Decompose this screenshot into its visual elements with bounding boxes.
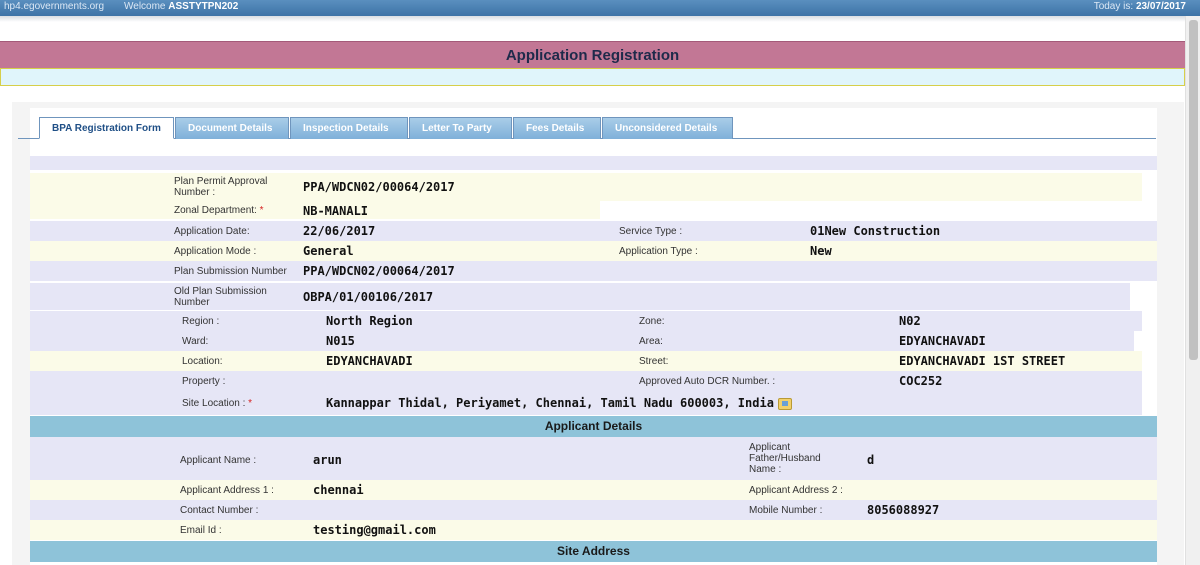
- zone-value: N02: [899, 314, 921, 328]
- row-contact-number: Contact Number : Mobile Number : 8056088…: [30, 500, 1157, 520]
- tab-unconsidered-details[interactable]: Unconsidered Details: [602, 117, 733, 139]
- email-label: Email Id :: [180, 525, 222, 536]
- area-value: EDYANCHAVADI: [899, 334, 986, 348]
- service-type-value: 01New Construction: [810, 224, 941, 238]
- row-site-location: Site Location : * Kannappar Thidal, Peri…: [30, 391, 1142, 415]
- application-mode-label: Application Mode :: [174, 246, 257, 257]
- service-type-label: Service Type :: [619, 226, 683, 237]
- contact-number-label: Contact Number :: [180, 505, 259, 516]
- application-date-value: 22/06/2017: [303, 224, 376, 238]
- row-email: Email Id : testing@gmail.com: [30, 520, 1157, 540]
- today-date: Today is: 23/07/2017: [1093, 1, 1186, 12]
- site-name: hp4.egovernments.org: [4, 1, 105, 12]
- row-property: Property : Approved Auto DCR Number. : C…: [30, 371, 1142, 391]
- father-husband-name-value: d: [867, 453, 875, 467]
- tab-inspection-details[interactable]: Inspection Details: [290, 117, 408, 139]
- ward-value: N015: [326, 334, 355, 348]
- property-label: Property :: [182, 376, 226, 387]
- top-bar-shadow: [0, 16, 1200, 22]
- row-plan-submission-number: Plan Submission Number PPA/WDCN02/00064/…: [30, 261, 1157, 281]
- father-husband-name-label: Applicant Father/Husband Name :: [749, 442, 821, 475]
- applicant-name-value: arun: [313, 453, 342, 467]
- row-applicant-address: Applicant Address 1 : chennai Applicant …: [30, 480, 1157, 500]
- mobile-number-label: Mobile Number :: [749, 505, 823, 516]
- zonal-department-value: NB-MANALI: [303, 204, 369, 218]
- top-bar: hp4.egovernments.org Welcome ASSTYTPN202…: [0, 0, 1200, 16]
- zonal-department-label: Zonal Department: *: [174, 205, 264, 216]
- applicant-address1-value: chennai: [313, 483, 364, 497]
- applicant-name-label: Applicant Name :: [180, 455, 257, 466]
- tab-letter-to-party[interactable]: Letter To Party: [409, 117, 512, 139]
- ward-label: Ward:: [182, 336, 209, 347]
- page-title: Application Registration: [0, 41, 1185, 68]
- street-label: Street:: [639, 356, 669, 367]
- application-type-label: Application Type :: [619, 246, 698, 257]
- row-application-mode: Application Mode : General Application T…: [30, 241, 1157, 261]
- site-location-label: Site Location : *: [182, 398, 253, 409]
- row-ppa-number: Plan Permit Approval Number : PPA/WDCN02…: [30, 173, 1142, 201]
- application-mode-value: General: [303, 244, 354, 258]
- welcome-text: Welcome ASSTYTPN202: [124, 1, 239, 12]
- region-label: Region :: [182, 316, 220, 327]
- tab-document-details[interactable]: Document Details: [175, 117, 289, 139]
- site-location-value: Kannappar Thidal, Periyamet, Chennai, Ta…: [326, 396, 792, 410]
- approved-auto-dcr-value: COC252: [899, 374, 943, 388]
- old-plan-submission-number-value: OBPA/01/00106/2017: [303, 290, 434, 304]
- location-label: Location:: [182, 356, 223, 367]
- mobile-number-value: 8056088927: [867, 503, 940, 517]
- row-applicant-name: Applicant Name : arun Applicant Father/H…: [30, 437, 1157, 480]
- email-value: testing@gmail.com: [313, 523, 436, 537]
- area-label: Area:: [639, 336, 663, 347]
- street-value: EDYANCHAVADI 1ST STREET: [899, 354, 1066, 368]
- row-location: Location: EDYANCHAVADI Street: EDYANCHAV…: [30, 351, 1142, 371]
- application-type-value: New: [810, 244, 832, 258]
- site-address-header: Site Address: [30, 541, 1157, 562]
- row-region: Region : North Region Zone: N02: [30, 311, 1142, 331]
- scrollbar-thumb[interactable]: [1189, 20, 1198, 360]
- form-spacer-row: [30, 156, 1157, 170]
- map-icon[interactable]: [777, 397, 792, 410]
- location-value: EDYANCHAVADI: [326, 354, 413, 368]
- row-old-plan-submission-number: Old Plan Submission Number OBPA/01/00106…: [30, 283, 1130, 310]
- page-scrollbar[interactable]: [1185, 16, 1200, 565]
- tab-strip: BPA Registration Form Document Details I…: [18, 117, 1156, 139]
- applicant-details-header: Applicant Details: [30, 416, 1157, 437]
- row-ward: Ward: N015 Area: EDYANCHAVADI: [30, 331, 1134, 351]
- message-bar: [0, 68, 1185, 86]
- zone-label: Zone:: [639, 316, 665, 327]
- plan-submission-number-value: PPA/WDCN02/00064/2017: [303, 264, 455, 278]
- row-zonal-department: Zonal Department: * NB-MANALI: [30, 201, 600, 219]
- row-application-date: Application Date: 22/06/2017 Service Typ…: [30, 221, 1157, 241]
- region-value: North Region: [326, 314, 413, 328]
- approved-auto-dcr-label: Approved Auto DCR Number. :: [639, 376, 776, 387]
- ppa-number-value: PPA/WDCN02/00064/2017: [303, 180, 455, 194]
- old-plan-submission-number-label: Old Plan Submission Number: [174, 286, 267, 308]
- tab-fees-details[interactable]: Fees Details: [513, 117, 601, 139]
- application-date-label: Application Date:: [174, 226, 250, 237]
- applicant-address1-label: Applicant Address 1 :: [180, 485, 274, 496]
- applicant-address2-label: Applicant Address 2 :: [749, 485, 843, 496]
- ppa-number-label: Plan Permit Approval Number :: [174, 176, 268, 198]
- tab-bpa-registration-form[interactable]: BPA Registration Form: [39, 117, 174, 139]
- plan-submission-number-label: Plan Submission Number: [174, 266, 287, 277]
- user-name: ASSTYTPN202: [168, 1, 239, 12]
